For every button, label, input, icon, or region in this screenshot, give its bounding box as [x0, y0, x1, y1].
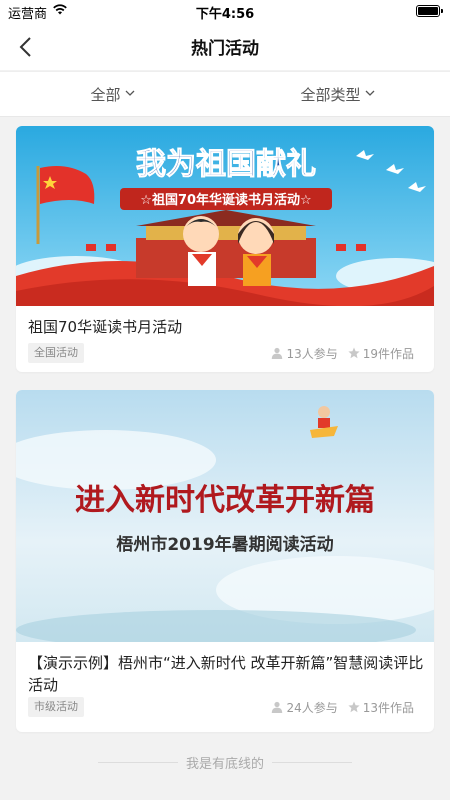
chevron-down-icon: [125, 90, 134, 96]
star-icon: [348, 701, 360, 713]
activity-stats: 13人参与 19件作品: [261, 343, 414, 363]
works-stat: 19件作品: [348, 345, 414, 362]
activity-card[interactable]: 进入新时代改革开新篇 梧州市2019年暑期阅读活动 【演示示例】梧州市“进入新时…: [16, 390, 434, 732]
divider: [97, 761, 178, 763]
activity-banner-image: ☆祖国70年华诞读书月活动☆ 我为祖国献礼: [16, 126, 434, 306]
works-stat: 13件作品: [348, 699, 414, 716]
activity-stats: 24人参与 13件作品: [261, 697, 414, 717]
nav-bar: 热门活动: [0, 22, 450, 70]
activity-scope-tag: 全国活动: [28, 343, 84, 363]
participants-stat: 24人参与: [271, 699, 338, 716]
banner-headline: 我为祖国献礼: [136, 147, 316, 182]
region-filter[interactable]: 全部: [0, 72, 225, 116]
banner-subline: 梧州市2019年暑期阅读活动: [116, 534, 333, 555]
banner-ribbon-text: ☆祖国70年华诞读书月活动☆: [140, 192, 311, 208]
works-count: 13件作品: [362, 700, 414, 715]
person-icon: [272, 347, 283, 359]
participants-stat: 13人参与: [271, 345, 338, 362]
chevron-down-icon: [365, 90, 374, 96]
activity-card[interactable]: ☆祖国70年华诞读书月活动☆ 我为祖国献礼 祖国70华诞读书月活动 全国活动 1…: [16, 126, 434, 372]
divider: [272, 761, 352, 763]
filter-bar: 全部 全部类型: [0, 71, 450, 117]
region-filter-label: 全部: [90, 85, 121, 104]
star-icon: [348, 347, 360, 359]
banner-headline: 进入新时代改革开新篇: [75, 483, 375, 518]
list-end-text: 我是有底线的: [185, 756, 264, 772]
type-filter-label: 全部类型: [300, 85, 361, 104]
activity-banner-image: 进入新时代改革开新篇 梧州市2019年暑期阅读活动: [16, 390, 434, 642]
person-icon: [272, 701, 283, 713]
activity-title: 【演示示例】梧州市“进入新时代 改革开新篇”智慧阅读评比活动: [28, 654, 424, 694]
list-end-indicator: 我是有底线的: [0, 752, 450, 772]
works-count: 19件作品: [362, 346, 414, 361]
activity-scope-tag: 市级活动: [28, 697, 84, 717]
status-time: 下午4:56: [195, 7, 255, 22]
type-filter[interactable]: 全部类型: [225, 72, 450, 116]
page-title: 热门活动: [191, 39, 259, 59]
participants-count: 13人参与: [286, 346, 338, 361]
status-bar: 运营商 下午4:56: [0, 0, 450, 22]
participants-count: 24人参与: [286, 700, 338, 715]
activity-title: 祖国70华诞读书月活动: [28, 318, 183, 336]
battery-icon: [416, 5, 443, 17]
